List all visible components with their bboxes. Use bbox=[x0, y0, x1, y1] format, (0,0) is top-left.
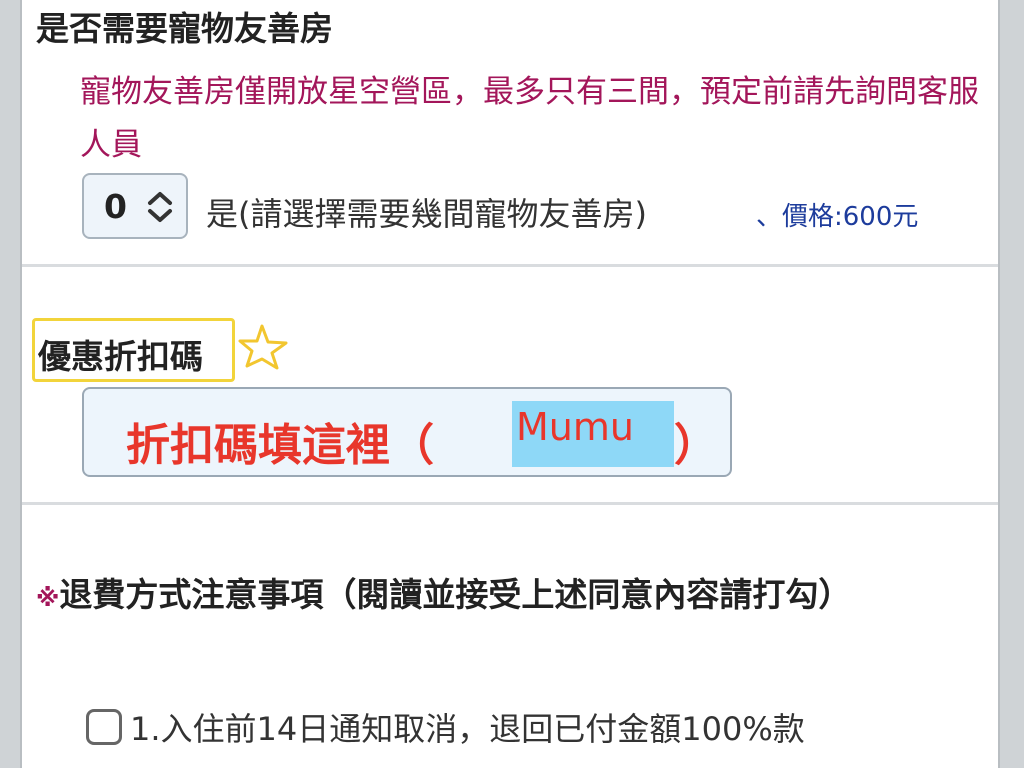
divider bbox=[22, 264, 998, 267]
refund-option-label: 1.入住前14日通知取消，退回已付金額100%款 bbox=[130, 710, 805, 748]
refund-option-checkbox[interactable] bbox=[86, 709, 122, 745]
refund-title-text: 退費方式注意事項（閱讀並接受上述同意內容請打勾） bbox=[59, 575, 852, 614]
pet-room-note: 寵物友善房僅開放星空營區，最多只有三間，預定前請先詢問客服人員 bbox=[80, 74, 979, 163]
booking-form: 是否需要寵物友善房 寵物友善房僅開放星空營區，最多只有三間，預定前請先詢問客服人… bbox=[20, 0, 1000, 768]
refund-mark: ※ bbox=[36, 584, 60, 612]
stepper-value: 0 bbox=[104, 186, 127, 226]
star-doodle-icon bbox=[238, 324, 288, 370]
discount-heading: 優惠折扣碼 bbox=[38, 337, 203, 376]
discount-code-placeholder: 折扣碼填這裡（ bbox=[126, 420, 434, 471]
pet-room-price: 、價格:600元 bbox=[756, 202, 919, 232]
refund-policy-heading: ※退費方式注意事項（閱讀並接受上述同意內容請打勾） bbox=[36, 566, 936, 627]
pet-room-heading: 是否需要寵物友善房 bbox=[36, 9, 333, 48]
refund-option-row[interactable]: 1.入住前14日通知取消，退回已付金額100%款 bbox=[86, 704, 805, 750]
pet-room-quantity-stepper[interactable]: 0 bbox=[82, 173, 188, 239]
discount-code-value: Mumu bbox=[516, 405, 634, 449]
discount-code-input[interactable]: 折扣碼填這裡（ Mumu ） bbox=[82, 387, 732, 477]
discount-code-close-paren: ） bbox=[674, 420, 718, 471]
divider bbox=[22, 502, 998, 505]
chevron-up-down-icon bbox=[148, 192, 172, 222]
pet-room-label: 是(請選擇需要幾間寵物友善房) bbox=[206, 195, 647, 233]
